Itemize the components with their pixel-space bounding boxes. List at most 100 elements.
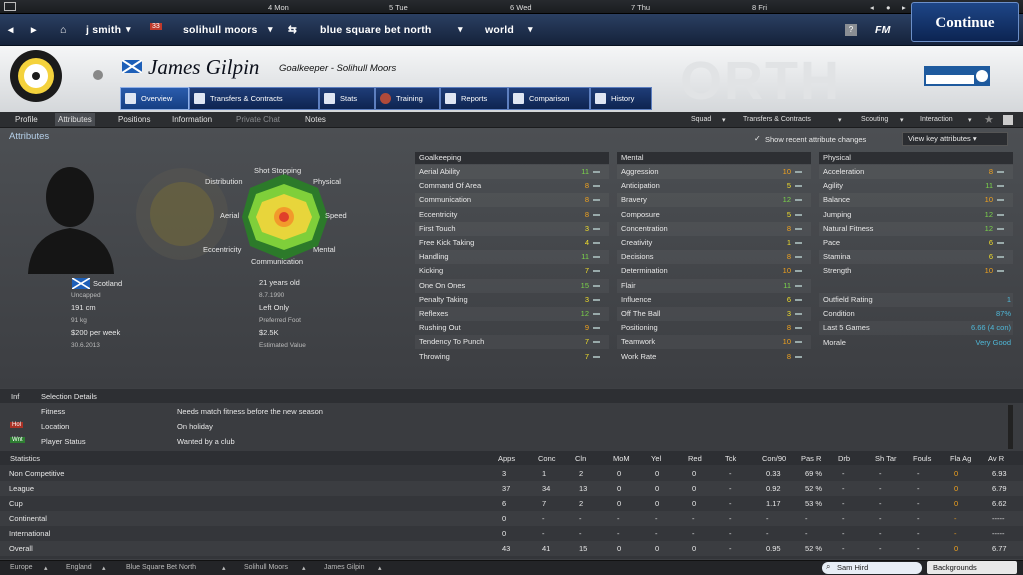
club-menu[interactable]: solihull moors (183, 24, 258, 36)
attribute-row[interactable]: Natural Fitness 12 (819, 221, 1013, 236)
stat-column-header[interactable]: Conc (538, 454, 556, 463)
stat-column-header[interactable]: Tck (725, 454, 736, 463)
print-icon[interactable] (1003, 115, 1013, 125)
tab-stats[interactable]: Stats (319, 87, 375, 110)
attribute-row[interactable]: One On Ones 15 (415, 278, 609, 293)
scrollbar[interactable] (1008, 405, 1013, 449)
tab-transfers-contracts[interactable]: Transfers & Contracts (189, 87, 319, 110)
day-5[interactable]: 5 Tue (389, 3, 408, 12)
attribute-row[interactable]: Composure 5 (617, 208, 811, 222)
subtab-attributes[interactable]: Attributes (55, 113, 95, 126)
attribute-row[interactable]: Command Of Area 8 (415, 179, 609, 193)
attribute-row[interactable]: Kicking 7 (415, 264, 609, 278)
back-arrow-icon[interactable]: ◂ (8, 24, 13, 36)
stat-column-header[interactable]: Sh Tar (875, 454, 897, 463)
inbox-count-badge[interactable]: 33 (150, 23, 162, 30)
attribute-row[interactable]: Throwing 7 (415, 350, 609, 364)
show-recent-changes-checkbox[interactable]: Show recent attribute changes (765, 135, 866, 144)
nationality[interactable]: Scotland (93, 279, 122, 288)
attribute-row[interactable]: Teamwork 10 (617, 335, 811, 350)
attribute-row[interactable]: Determination 10 (617, 264, 811, 278)
table-row[interactable]: Continental 0- - - - - - - - - - - - ----- (0, 511, 1023, 526)
attribute-row[interactable]: Influence 6 (617, 293, 811, 307)
transfers-contracts-menu[interactable]: Transfers & Contracts (743, 116, 811, 123)
attribute-row[interactable]: Pace 6 (819, 236, 1013, 250)
attribute-row[interactable]: Concentration 8 (617, 221, 811, 236)
tab-training[interactable]: Training (375, 87, 440, 110)
attribute-row[interactable]: Stamina 6 (819, 250, 1013, 265)
attribute-row[interactable]: Aerial Ability 11 (415, 165, 609, 179)
continue-button[interactable]: Continue (911, 2, 1019, 42)
squad-menu[interactable]: Squad (691, 116, 711, 123)
subtab-information[interactable]: Information (172, 115, 212, 124)
attribute-row[interactable]: Strength 10 (819, 264, 1013, 278)
subtab-profile[interactable]: Profile (15, 115, 38, 124)
subtab-positions[interactable]: Positions (118, 115, 150, 124)
day-8[interactable]: 8 Fri (752, 3, 767, 12)
attribute-row[interactable]: Handling 11 (415, 250, 609, 265)
attribute-row[interactable]: Agility 11 (819, 179, 1013, 193)
attribute-row[interactable]: Free Kick Taking 4 (415, 236, 609, 250)
forward-arrow-icon[interactable]: ▸ (31, 24, 36, 36)
home-icon[interactable]: ⌂ (60, 24, 67, 36)
help-icon[interactable]: ? (845, 24, 857, 36)
attribute-row[interactable]: Communication 8 (415, 193, 609, 208)
attribute-row[interactable]: Acceleration 8 (819, 165, 1013, 179)
stat-column-header[interactable]: Con/90 (762, 454, 786, 463)
interaction-menu[interactable]: Interaction (920, 116, 953, 123)
star-icon[interactable]: ★ (984, 113, 994, 126)
stat-column-header[interactable]: Yel (651, 454, 661, 463)
stat-column-header[interactable]: Fouls (913, 454, 931, 463)
crumb-europe[interactable]: Europe (10, 564, 33, 571)
attribute-row[interactable]: Off The Ball 3 (617, 307, 811, 321)
stat-column-header[interactable]: Fla Ag (950, 454, 971, 463)
day-4[interactable]: 4 Mon (268, 3, 289, 12)
tab-comparison[interactable]: Comparison (508, 87, 590, 110)
search-box[interactable]: ⌕ Sam Hird (822, 562, 922, 574)
attribute-row[interactable]: Penalty Taking 3 (415, 293, 609, 307)
day-6[interactable]: 6 Wed (510, 3, 532, 12)
attribute-row[interactable]: Balance 10 (819, 193, 1013, 208)
swap-icon[interactable]: ⇆ (288, 24, 297, 36)
attribute-row[interactable]: Eccentricity 8 (415, 208, 609, 222)
table-row[interactable]: Non Competitive 3 1 2 0 0 0 - 0.33 69 % - - - 0 6.93 (0, 466, 1023, 481)
competition-menu[interactable]: blue square bet north (320, 24, 432, 36)
menu-icon[interactable] (4, 2, 16, 11)
tab-history[interactable]: History (590, 87, 652, 110)
stat-column-header[interactable]: Av R (988, 454, 1004, 463)
attribute-row[interactable]: Rushing Out 9 (415, 321, 609, 335)
attribute-row[interactable]: Decisions 8 (617, 250, 811, 265)
tab-overview[interactable]: Overview (120, 87, 189, 110)
attribute-row[interactable]: Flair 11 (617, 278, 811, 293)
attribute-row[interactable]: Anticipation 5 (617, 179, 811, 193)
tab-reports[interactable]: Reports (440, 87, 508, 110)
pause-dot-icon[interactable]: ● (886, 3, 891, 12)
backgrounds-button[interactable]: Backgrounds (927, 561, 1017, 574)
stat-column-header[interactable]: Pas R (801, 454, 821, 463)
table-row[interactable]: Overall 43 41 15 0 0 0 - 0.95 52 % - - - 0 6.77 (0, 541, 1023, 556)
attribute-row[interactable]: Creativity 1 (617, 236, 811, 250)
attribute-row[interactable]: Work Rate 8 (617, 350, 811, 364)
stat-column-header[interactable]: Drb (838, 454, 850, 463)
world-menu[interactable]: world (485, 24, 514, 36)
manager-menu[interactable]: j smith (86, 24, 121, 36)
stat-column-header[interactable]: MoM (613, 454, 630, 463)
crumb-player[interactable]: James Gilpin (324, 564, 364, 571)
subtab-notes[interactable]: Notes (305, 115, 326, 124)
attribute-row[interactable]: Reflexes 12 (415, 307, 609, 321)
crumb-england[interactable]: England (66, 564, 92, 571)
fm-menu[interactable]: FM (875, 24, 891, 36)
stat-column-header[interactable]: Red (688, 454, 702, 463)
day-7[interactable]: 7 Thu (631, 3, 650, 12)
scouting-menu[interactable]: Scouting (861, 116, 888, 123)
attribute-row[interactable]: Tendency To Punch 7 (415, 335, 609, 350)
stat-column-header[interactable]: Cln (575, 454, 586, 463)
attribute-row[interactable]: Aggression 10 (617, 165, 811, 179)
table-row[interactable]: League 37 34 13 0 0 0 - 0.92 52 % - - - 0 6.79 (0, 481, 1023, 496)
next-day-icon[interactable]: ▸ (902, 3, 906, 12)
checkmark-icon[interactable]: ✓ (754, 134, 761, 143)
attribute-row[interactable]: Bravery 12 (617, 193, 811, 208)
prev-day-icon[interactable]: ◂ (870, 3, 874, 12)
view-key-attributes-button[interactable]: View key attributes ▾ (902, 132, 1008, 146)
attribute-row[interactable]: Jumping 12 (819, 208, 1013, 222)
